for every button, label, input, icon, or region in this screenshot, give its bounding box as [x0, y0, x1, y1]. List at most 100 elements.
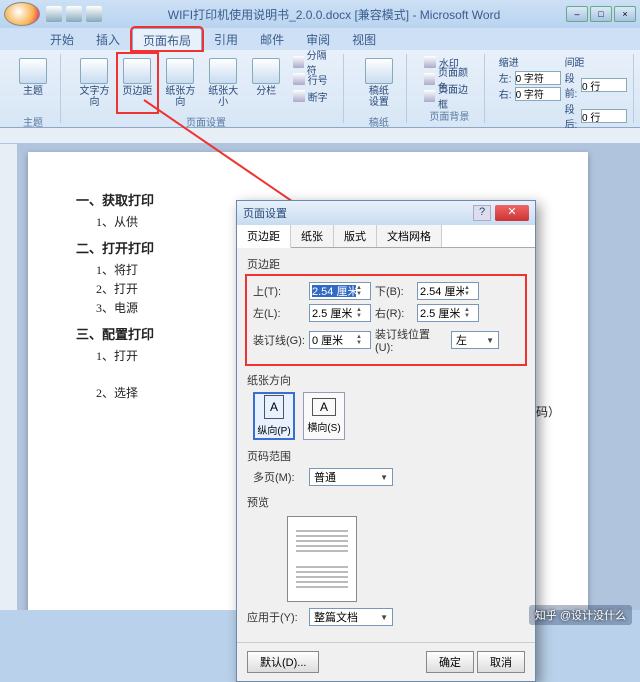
- tab-view[interactable]: 视图: [342, 28, 386, 50]
- dialog-help-button[interactable]: ?: [473, 205, 491, 221]
- gutter-pos-select[interactable]: 左▼: [451, 331, 499, 349]
- gutter-input[interactable]: ▲▼: [309, 331, 371, 349]
- margins-button[interactable]: 页边距: [118, 54, 157, 112]
- portrait-button[interactable]: A纵向(P): [253, 392, 295, 440]
- maximize-button[interactable]: □: [590, 6, 612, 22]
- right-input[interactable]: ▲▼: [417, 304, 479, 322]
- size-label: 纸张大小: [204, 86, 243, 108]
- qat-save-icon[interactable]: [46, 6, 62, 22]
- line-numbers-button[interactable]: 行号: [290, 71, 337, 87]
- default-button[interactable]: 默认(D)...: [247, 651, 319, 673]
- text-direction-icon: [80, 58, 108, 84]
- indent-left-input[interactable]: [515, 71, 561, 85]
- preview-section-label: 预览: [247, 494, 525, 510]
- left-label: 左(L):: [253, 305, 305, 321]
- page-setup-dialog: 页面设置 ? ✕ 页边距 纸张 版式 文档网格 页边距 上(T): ▲▼ 下(B…: [236, 200, 536, 682]
- orientation-icon: [166, 58, 194, 84]
- spin-down-icon[interactable]: ▼: [464, 313, 476, 319]
- hyphenation-button[interactable]: 断字: [290, 88, 337, 104]
- qat-redo-icon[interactable]: [86, 6, 102, 22]
- hyphenation-label: 断字: [308, 89, 328, 104]
- vertical-ruler[interactable]: [0, 144, 18, 610]
- tab-references[interactable]: 引用: [204, 28, 248, 50]
- group-page-setup-label: 页面设置: [186, 114, 226, 129]
- text-direction-button[interactable]: 文字方向: [75, 54, 114, 112]
- chevron-down-icon: ▼: [380, 613, 388, 622]
- size-icon: [209, 58, 237, 84]
- page-border-button[interactable]: 页面边框: [421, 88, 478, 104]
- watermark-text: 知乎 @设计没什么: [529, 605, 632, 625]
- themes-label: 主题: [23, 86, 43, 97]
- columns-icon: [252, 58, 280, 84]
- horizontal-ruler[interactable]: [0, 128, 640, 144]
- themes-button[interactable]: 主题: [12, 54, 54, 112]
- orientation-label: 纸张方向: [161, 86, 200, 108]
- manuscript-button[interactable]: 稿纸 设置: [358, 54, 400, 112]
- close-button[interactable]: ×: [614, 6, 636, 22]
- tab-home[interactable]: 开始: [40, 28, 84, 50]
- orientation-button[interactable]: 纸张方向: [161, 54, 200, 112]
- apply-to-select[interactable]: 整篇文档▼: [309, 608, 393, 626]
- ok-button[interactable]: 确定: [426, 651, 474, 673]
- office-button[interactable]: [4, 2, 40, 26]
- margins-icon: [123, 58, 151, 84]
- page-color-icon: [424, 73, 435, 85]
- multipage-label: 多页(M):: [253, 469, 305, 485]
- orientation-section-label: 纸张方向: [247, 372, 525, 388]
- page-border-icon: [424, 90, 435, 102]
- columns-button[interactable]: 分栏: [247, 54, 286, 112]
- indent-right-label: 右:: [499, 86, 512, 101]
- indent-heading: 缩进: [499, 54, 561, 69]
- dialog-tab-grid[interactable]: 文档网格: [377, 225, 442, 247]
- group-manuscript-label: 稿纸: [369, 114, 389, 129]
- chevron-down-icon: ▼: [380, 473, 388, 482]
- window-title: WIFI打印机使用说明书_2.0.0.docx [兼容模式] - Microso…: [102, 6, 566, 23]
- top-label: 上(T):: [253, 283, 305, 299]
- landscape-label: 横向(S): [307, 419, 340, 434]
- text-direction-label: 文字方向: [75, 86, 114, 108]
- multipage-select[interactable]: 普通▼: [309, 468, 393, 486]
- margins-section-label: 页边距: [247, 256, 525, 272]
- spin-down-icon[interactable]: ▼: [356, 291, 368, 297]
- hyphenation-icon: [293, 90, 305, 102]
- gutter-pos-label: 装订线位置(U):: [375, 326, 447, 354]
- chevron-down-icon: ▼: [486, 336, 494, 345]
- ribbon: 主题 主题 文字方向 页边距 纸张方向 纸张大小 分栏 分隔符 行号 断字 页面…: [0, 50, 640, 128]
- landscape-button[interactable]: A横向(S): [303, 392, 345, 440]
- breaks-button[interactable]: 分隔符: [290, 54, 337, 70]
- page-border-label: 页面边框: [438, 81, 475, 111]
- tab-page-layout[interactable]: 页面布局: [132, 28, 202, 50]
- apply-to-label: 应用于(Y):: [247, 609, 305, 625]
- top-input[interactable]: ▲▼: [309, 282, 371, 300]
- breaks-icon: [293, 56, 304, 68]
- dialog-close-button[interactable]: ✕: [495, 205, 529, 221]
- left-input[interactable]: ▲▼: [309, 304, 371, 322]
- dialog-title: 页面设置: [243, 205, 287, 221]
- gutter-pos-value: 左: [456, 332, 467, 348]
- bottom-label: 下(B):: [375, 283, 413, 299]
- tab-mailings[interactable]: 邮件: [250, 28, 294, 50]
- pages-section-label: 页码范围: [247, 448, 525, 464]
- gutter-label: 装订线(G):: [253, 332, 305, 348]
- spin-down-icon[interactable]: ▼: [356, 340, 368, 346]
- indent-left-label: 左:: [499, 70, 512, 85]
- qat-undo-icon[interactable]: [66, 6, 82, 22]
- indent-right-input[interactable]: [515, 87, 561, 101]
- dialog-tab-margins[interactable]: 页边距: [237, 225, 291, 248]
- dialog-tab-layout[interactable]: 版式: [334, 225, 377, 247]
- space-after-input[interactable]: [581, 109, 627, 123]
- spin-down-icon[interactable]: ▼: [464, 291, 476, 297]
- spacing-heading: 间距: [565, 54, 627, 69]
- cancel-button[interactable]: 取消: [477, 651, 525, 673]
- manuscript-label: 稿纸 设置: [369, 86, 389, 108]
- bottom-input[interactable]: ▲▼: [417, 282, 479, 300]
- tab-insert[interactable]: 插入: [86, 28, 130, 50]
- minimize-button[interactable]: –: [566, 6, 588, 22]
- spin-down-icon[interactable]: ▼: [356, 313, 368, 319]
- size-button[interactable]: 纸张大小: [204, 54, 243, 112]
- space-before-input[interactable]: [581, 78, 627, 92]
- dialog-tab-paper[interactable]: 纸张: [291, 225, 334, 247]
- themes-icon: [19, 58, 47, 84]
- right-label: 右(R):: [375, 305, 413, 321]
- manuscript-icon: [365, 58, 393, 84]
